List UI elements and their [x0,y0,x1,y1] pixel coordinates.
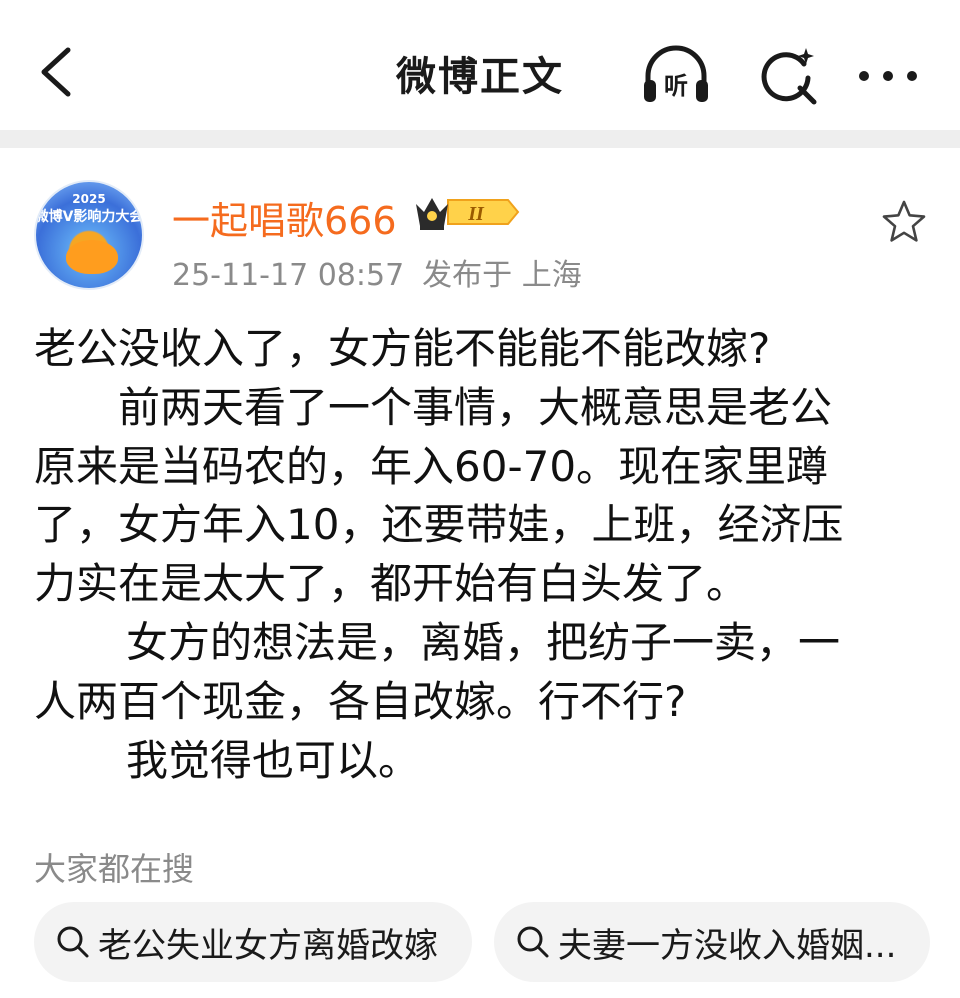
post-line: 人两百个现金，各自改嫁。行不行? [34,676,687,726]
vip-level: II [467,203,485,225]
avatar-caption: 微博V影响力大会 [34,209,144,225]
post-line: 原来是当码农的，年入60-70。现在家里蹲 [34,441,829,491]
post-time: 25-11-17 08:57 [172,258,405,293]
search-icon [761,48,817,105]
search-suggestion-text: 夫妻一方没收入婚姻... [558,925,897,966]
post-line: 我觉得也可以。 [126,735,421,785]
top-navbar: 微博正文 听 [0,0,960,130]
section-divider [0,130,960,148]
post-meta: 25-11-17 08:57 发布于 上海 [172,250,582,294]
post-content: 老公没收入了，女方能不能能不能改嫁? 前两天看了一个事情，大概意思是老公 原来是… [34,320,934,790]
headphones-icon: 听 [644,45,708,102]
search-icon [517,926,549,958]
avatar-year: 2025 [72,192,106,206]
post-line: 女方的想法是，离婚，把纺子一卖，一 [126,617,841,667]
post-line: 老公没收入了，女方能不能能不能改嫁? [34,324,771,373]
search-suggestion-text: 老公失业女方离婚改嫁 [98,925,438,966]
listen-button[interactable]: 听 [640,40,712,112]
trending-search-title: 大家都在搜 [34,850,195,888]
post-line: 力实在是太大了，都开始有白头发了。 [34,559,749,609]
post-line: 前两天看了一个事情，大概意思是老公 [118,382,833,432]
author-avatar[interactable]: 2025 微博V影响力大会 [34,180,144,290]
more-button[interactable] [852,40,924,112]
search-button[interactable] [752,40,824,112]
search-icon [57,926,89,958]
post-location: 发布于 上海 [422,258,582,293]
search-suggestion-chip[interactable]: 老公失业女方离婚改嫁 [34,902,472,982]
favorite-button[interactable] [878,196,930,248]
author-name[interactable]: 一起唱歌666 [172,190,397,245]
more-dots-icon [859,71,917,81]
avatar-mascot [66,240,118,274]
post-line: 了，女方年入10，还要带娃，上班，经济压 [34,500,844,550]
search-suggestion-chip[interactable]: 夫妻一方没收入婚姻... [494,902,930,982]
listen-label: 听 [664,72,688,100]
star-icon [882,200,926,242]
vip-crown-badge-icon[interactable]: II [412,192,520,232]
